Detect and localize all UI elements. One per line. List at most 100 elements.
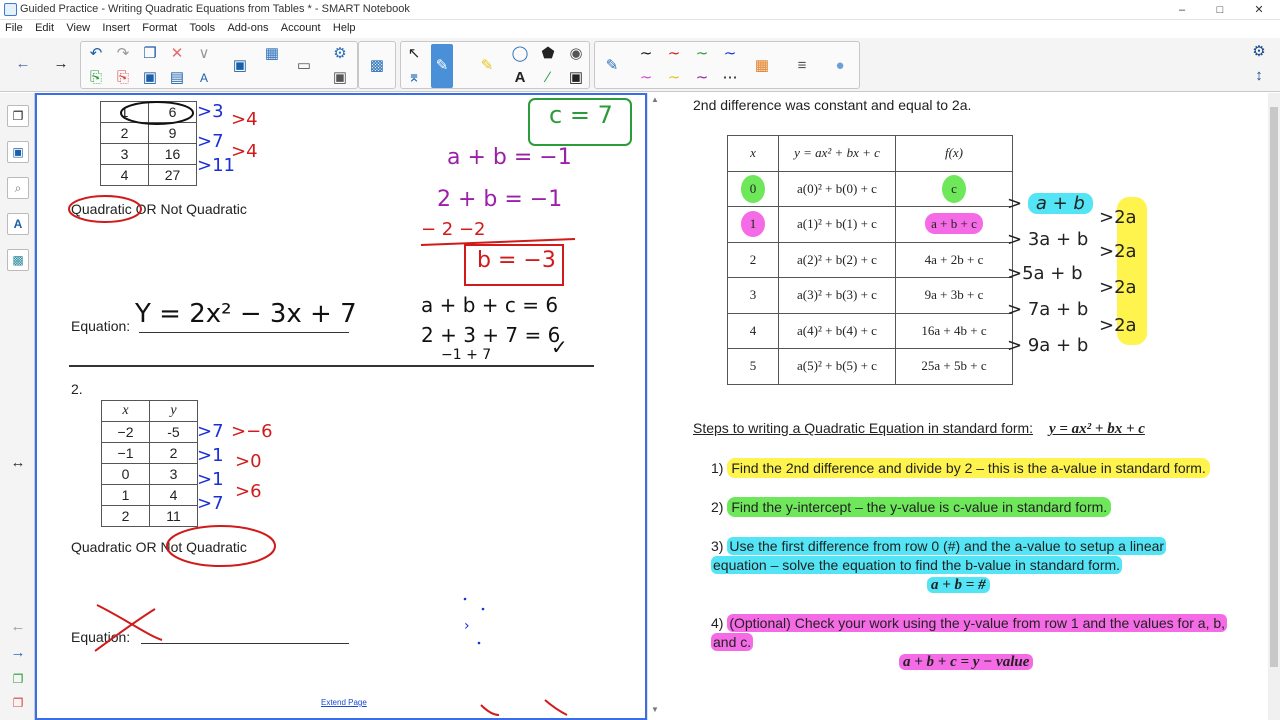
scrollbar-thumb[interactable] [1270, 107, 1278, 667]
eraser-icon[interactable]: ▣ [565, 68, 587, 88]
menu-tools[interactable]: Tools [185, 20, 219, 37]
attachments-icon[interactable]: ⌕ [7, 177, 29, 199]
menu-file[interactable]: File [1, 20, 27, 37]
ink-diff2-t2-b: >0 [235, 451, 262, 472]
pen-style-yellow-icon[interactable]: ∼ [663, 68, 685, 88]
step-3-formula: a + b = # [927, 576, 990, 595]
second-diff-0: >2a [1099, 207, 1137, 228]
minimize-button[interactable]: – [1172, 2, 1192, 18]
ink-subtraction: − 2 −2 [421, 219, 486, 240]
redo-icon[interactable]: ↷ [112, 44, 134, 64]
table-cell: a(2)² + b(2) + c [778, 241, 896, 278]
first-diff-0: > a + b [1007, 193, 1093, 214]
table-cell: 4a + 2b + c [895, 241, 1013, 278]
addons-puzzle-icon[interactable]: ▩ [7, 249, 29, 271]
previous-page-icon[interactable]: ← [7, 617, 29, 637]
vertical-scrollbar[interactable] [1268, 93, 1280, 720]
pen-style-blue-icon[interactable]: ∼ [719, 44, 741, 64]
ink-c-value: c = 7 [549, 101, 613, 129]
scroll-up-icon[interactable]: ▲ [651, 95, 659, 104]
record-icon[interactable]: ▭ [293, 56, 315, 76]
toolbar-position-icon[interactable]: ↕ [1248, 66, 1270, 86]
pen-type-icon[interactable]: ✎ [601, 56, 623, 76]
shapes-icon[interactable]: ◯ [509, 44, 531, 64]
capture-icon[interactable]: ▣ [329, 68, 351, 88]
back-icon[interactable]: ← [12, 54, 34, 74]
table-icon[interactable]: ▦ [261, 44, 283, 64]
move-sidebar-icon[interactable]: ↔ [7, 453, 29, 473]
ink-mark-1 [480, 704, 500, 716]
screen-shade-icon[interactable]: ▤ [166, 68, 188, 88]
settings-gear-icon[interactable]: ⚙ [1248, 42, 1270, 62]
pen-style-purple-icon[interactable]: ∼ [691, 68, 713, 88]
gallery-icon[interactable]: ▣ [7, 141, 29, 163]
toolbar-group-puzzle: ▩ [358, 41, 396, 89]
pen-style-magenta-icon[interactable]: ∼ [635, 68, 657, 88]
display-text-icon[interactable]: A [193, 68, 215, 88]
menu-insert[interactable]: Insert [98, 20, 134, 37]
page-heading: 2nd difference was constant and equal to… [693, 97, 972, 113]
row-1-x-highlight: 1 [740, 211, 766, 238]
ink-dot: › [464, 618, 470, 634]
row-0-c-highlight: c [942, 174, 966, 203]
line-icon[interactable]: ∕ [537, 68, 559, 88]
text-cursor-icon[interactable]: ∨ [193, 44, 215, 64]
pen-style-red-icon[interactable]: ∼ [663, 44, 685, 64]
menu-edit[interactable]: Edit [31, 20, 58, 37]
select-icon[interactable]: ↖ [403, 44, 425, 64]
forward-icon[interactable]: → [50, 54, 72, 74]
table-cell: 2 [727, 241, 779, 278]
column-header-equation: y = ax² + bx + c [778, 135, 896, 172]
measure-icon[interactable]: ⌆ [403, 68, 425, 88]
ink-dot [463, 597, 467, 601]
document-camera-icon[interactable]: ▣ [229, 56, 251, 76]
right-page-canvas[interactable]: 2nd difference was constant and equal to… [661, 93, 1268, 720]
close-button[interactable]: ✕ [1249, 2, 1269, 18]
table-cell: a(5)² + b(5) + c [778, 348, 896, 385]
pdf-icon[interactable]: ⎘ [112, 68, 134, 88]
pen-style-black-icon[interactable]: ∼ [635, 44, 657, 64]
next-page-icon[interactable]: → [7, 643, 29, 663]
pen-icon[interactable]: ✎ [431, 44, 453, 88]
toolbar-group-file: ↶ ↷ ❐ ✕ ∨ ▦ ⚙ ⎘ ⎘ ▣ ▤ A ▣ ▭ ▣ [80, 41, 358, 89]
step-3: 3) Use the first difference from row 0 (… [711, 537, 1167, 574]
table-cell: 1 [727, 206, 779, 243]
text-icon[interactable]: A [509, 68, 531, 88]
page-sorter-icon[interactable]: ❐ [7, 105, 29, 127]
delete-page-icon[interactable]: ❐ [7, 693, 29, 713]
step-2: 2) Find the y-intercept – the y-value is… [711, 497, 1112, 517]
left-page-canvas[interactable]: 16 29 3 16 4 27 Quadratic OR Not Quadratic… [35, 93, 647, 720]
properties-icon[interactable]: A [7, 213, 29, 235]
pen-style-green-icon[interactable]: ∼ [691, 44, 713, 64]
ink-diff2-t1-b: >4 [231, 141, 258, 162]
line-thickness-icon[interactable]: ≡ [791, 56, 813, 76]
menu-help[interactable]: Help [329, 20, 360, 37]
color-palette-icon[interactable]: ▦ [751, 56, 773, 76]
fill-icon[interactable]: ⬟ [537, 44, 559, 64]
table-cell: 25a + 5b + c [895, 348, 1013, 385]
ink-cross-2 [94, 608, 156, 652]
table-row: 4 a(4)² + b(4) + c 16a + 4b + c [727, 312, 1013, 349]
add-page-icon[interactable]: ❐ [139, 44, 161, 64]
ink-diff1-t1-c: >11 [197, 155, 235, 176]
save-icon[interactable]: ▣ [139, 68, 161, 88]
menu-addons[interactable]: Add-ons [223, 20, 272, 37]
addon-icon[interactable]: ⚙ [329, 44, 351, 64]
paint-bucket-icon[interactable]: ◉ [565, 44, 587, 64]
highlighter-icon[interactable]: ✎ [476, 56, 498, 76]
effects-icon[interactable]: ● [829, 56, 851, 76]
row-0-x-highlight: 0 [740, 174, 766, 203]
scroll-down-icon[interactable]: ▼ [651, 705, 659, 714]
menu-account[interactable]: Account [277, 20, 325, 37]
add-page-bottom-icon[interactable]: ❐ [7, 669, 29, 689]
open-icon[interactable]: ⎘ [85, 68, 107, 88]
pen-style-dashed-icon[interactable]: ⋯ [719, 68, 741, 88]
menu-view[interactable]: View [62, 20, 94, 37]
dual-page-splitter[interactable]: ▲ ▼ [647, 93, 661, 720]
puzzle-icon[interactable]: ▩ [366, 56, 388, 76]
maximize-button[interactable]: □ [1210, 2, 1230, 18]
ink-diff1-t1-a: >3 [197, 101, 224, 122]
delete-icon[interactable]: ✕ [166, 44, 188, 64]
menu-format[interactable]: Format [138, 20, 181, 37]
undo-icon[interactable]: ↶ [85, 44, 107, 64]
